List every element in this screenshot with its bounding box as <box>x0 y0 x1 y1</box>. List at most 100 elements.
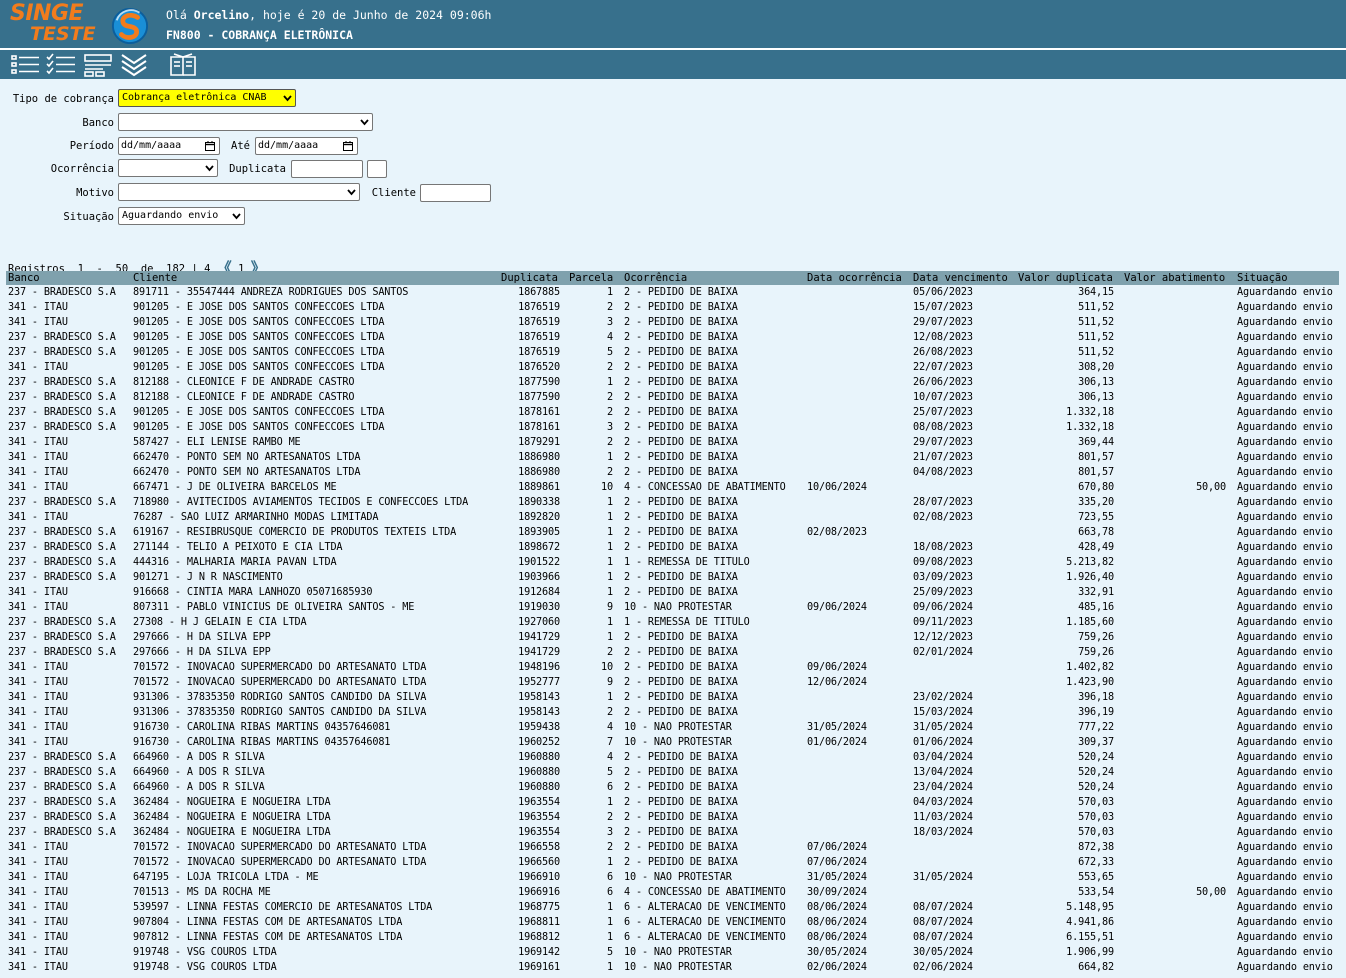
cell-data-vencimento: 30/05/2024 <box>913 947 973 958</box>
table-row[interactable]: 237 - BRADESCO S.A 812188 - CLEONICE F DE… <box>6 390 1339 405</box>
table-row[interactable]: 341 - ITAU 662470 - PONTO SEM NO ARTESANA… <box>6 465 1339 480</box>
column-header-data-ocorrencia[interactable]: Data ocorrência <box>807 272 902 284</box>
table-row[interactable]: 237 - BRADESCO S.A 362484 - NOGUEIRA E NO… <box>6 810 1339 825</box>
cell-duplicata: 1898672 <box>518 542 560 553</box>
table-row[interactable]: 237 - BRADESCO S.A 27308 - H J GELAIN E C… <box>6 615 1339 630</box>
table-row[interactable]: 237 - BRADESCO S.A 664960 - A DOS R SILVA… <box>6 780 1339 795</box>
cell-data-ocorrencia: 30/05/2024 <box>807 947 867 958</box>
column-header-situacao[interactable]: Situação <box>1237 272 1288 284</box>
ocorrencia-select[interactable] <box>118 159 218 177</box>
chevron-double-down-icon[interactable] <box>119 52 149 78</box>
table-row[interactable]: 341 - ITAU 539597 - LINNA FESTAS COMERCIO… <box>6 900 1339 915</box>
table-row[interactable]: 237 - BRADESCO S.A 664960 - A DOS R SILVA… <box>6 765 1339 780</box>
cell-duplicata: 1969161 <box>518 962 560 973</box>
cliente-input[interactable] <box>420 184 491 202</box>
situacao-value: Aguardando envio <box>122 210 219 221</box>
table-row[interactable]: 341 - ITAU 919748 - VSG COUROS LTDA 196916… <box>6 960 1339 975</box>
table-row[interactable]: 341 - ITAU 662470 - PONTO SEM NO ARTESANA… <box>6 450 1339 465</box>
duplicata-input[interactable] <box>291 160 363 178</box>
cell-banco: 341 - ITAU <box>8 482 68 493</box>
column-header-parcela[interactable]: Parcela <box>569 272 613 284</box>
table-row[interactable]: 341 - ITAU 807311 - PABLO VINICIUS DE OLI… <box>6 600 1339 615</box>
column-header-cliente[interactable]: Cliente <box>133 272 177 284</box>
table-row[interactable]: 237 - BRADESCO S.A 619167 - RESIBRUSQUE C… <box>6 525 1339 540</box>
table-row[interactable]: 237 - BRADESCO S.A 297666 - H DA SILVA EP… <box>6 645 1339 660</box>
table-row[interactable]: 237 - BRADESCO S.A 901205 - E JOSE DOS SA… <box>6 345 1339 360</box>
table-row[interactable]: 237 - BRADESCO S.A 812188 - CLEONICE F DE… <box>6 375 1339 390</box>
parcela-input[interactable] <box>367 160 387 178</box>
checklist-icon[interactable] <box>46 52 76 78</box>
cell-ocorrencia: 2 - PEDIDO DE BAIXA <box>624 587 738 598</box>
table-row[interactable]: 341 - ITAU 701572 - INOVACAO SUPERMERCADO… <box>6 660 1339 675</box>
table-row[interactable]: 237 - BRADESCO S.A 444316 - MALHARIA MARI… <box>6 555 1339 570</box>
periodo-ate-input[interactable]: dd/mm/aaaa <box>255 137 358 155</box>
cell-data-ocorrencia: 09/06/2024 <box>807 602 867 613</box>
table-row[interactable]: 237 - BRADESCO S.A 891711 - 35547444 ANDR… <box>6 285 1339 300</box>
table-row[interactable]: 341 - ITAU 916730 - CAROLINA RIBAS MARTIN… <box>6 720 1339 735</box>
cell-banco: 341 - ITAU <box>8 857 68 868</box>
table-row[interactable]: 237 - BRADESCO S.A 362484 - NOGUEIRA E NO… <box>6 795 1339 810</box>
table-row[interactable]: 341 - ITAU 701572 - INOVACAO SUPERMERCADO… <box>6 675 1339 690</box>
table-row[interactable]: 341 - ITAU 916730 - CAROLINA RIBAS MARTIN… <box>6 735 1339 750</box>
periodo-de-input[interactable]: dd/mm/aaaa <box>118 137 220 155</box>
column-header-valor-duplicata[interactable]: Valor duplicata <box>1018 272 1113 284</box>
book-icon[interactable] <box>169 52 199 78</box>
table-row[interactable]: 237 - BRADESCO S.A 901205 - E JOSE DOS SA… <box>6 420 1339 435</box>
table-row[interactable]: 341 - ITAU 919748 - VSG COUROS LTDA 196914… <box>6 945 1339 960</box>
table-row[interactable]: 341 - ITAU 701572 - INOVACAO SUPERMERCADO… <box>6 840 1339 855</box>
cell-duplicata: 1958143 <box>518 692 560 703</box>
table-row[interactable]: 341 - ITAU 901205 - E JOSE DOS SANTOS CON… <box>6 315 1339 330</box>
cell-situacao: Aguardando envio <box>1237 857 1333 868</box>
cell-ocorrencia: 2 - PEDIDO DE BAIXA <box>624 647 738 658</box>
cell-data-vencimento: 05/06/2023 <box>913 287 973 298</box>
table-row[interactable]: 341 - ITAU 701572 - INOVACAO SUPERMERCADO… <box>6 855 1339 870</box>
cell-situacao: Aguardando envio <box>1237 767 1333 778</box>
cell-cliente: 812188 - CLEONICE F DE ANDRADE CASTRO <box>133 392 355 403</box>
situacao-select[interactable]: Aguardando envio <box>118 207 245 225</box>
tipo-cobranca-select[interactable]: Cobrança eletrônica CNAB <box>118 89 296 107</box>
cell-data-vencimento: 31/05/2024 <box>913 872 973 883</box>
table-row[interactable]: 341 - ITAU 587427 - ELI LENISE RAMBO ME 18… <box>6 435 1339 450</box>
table-row[interactable]: 341 - ITAU 667471 - J DE OLIVEIRA BARCELO… <box>6 480 1339 495</box>
column-header-banco[interactable]: Banco <box>8 272 40 284</box>
table-row[interactable]: 237 - BRADESCO S.A 901205 - E JOSE DOS SA… <box>6 330 1339 345</box>
table-row[interactable]: 237 - BRADESCO S.A 718980 - AVITECIDOS AV… <box>6 495 1339 510</box>
table-row[interactable]: 341 - ITAU 931306 - 37835350 RODRIGO SANT… <box>6 705 1339 720</box>
motivo-select[interactable] <box>118 183 360 201</box>
column-header-valor-abatimento[interactable]: Valor abatimento <box>1124 272 1225 284</box>
cell-situacao: Aguardando envio <box>1237 872 1333 883</box>
calendar-icon[interactable] <box>205 141 215 151</box>
table-row[interactable]: 341 - ITAU 907812 - LINNA FESTAS COM DE A… <box>6 930 1339 945</box>
table-row[interactable]: 237 - BRADESCO S.A 297666 - H DA SILVA EP… <box>6 630 1339 645</box>
column-header-data-vencimento[interactable]: Data vencimento <box>913 272 1008 284</box>
table-row[interactable]: 341 - ITAU 907804 - LINNA FESTAS COM DE A… <box>6 915 1339 930</box>
table-row[interactable]: 237 - BRADESCO S.A 664960 - A DOS R SILVA… <box>6 750 1339 765</box>
table-row[interactable]: 341 - ITAU 76287 - SAO LUIZ ARMARINHO MOD… <box>6 510 1339 525</box>
cell-banco: 341 - ITAU <box>8 317 68 328</box>
cell-parcela: 6 <box>607 782 613 793</box>
cell-situacao: Aguardando envio <box>1237 677 1333 688</box>
cell-data-ocorrencia: 08/06/2024 <box>807 917 867 928</box>
calendar-icon[interactable] <box>343 141 353 151</box>
table-row[interactable]: 237 - BRADESCO S.A 271144 - TELIO A PEIXO… <box>6 540 1339 555</box>
cell-situacao: Aguardando envio <box>1237 947 1333 958</box>
column-header-ocorrencia[interactable]: Ocorrência <box>624 272 687 284</box>
table-row[interactable]: 341 - ITAU 931306 - 37835350 RODRIGO SANT… <box>6 690 1339 705</box>
table-row[interactable]: 341 - ITAU 647195 - LOJA TRICOLA LTDA - M… <box>6 870 1339 885</box>
table-row[interactable]: 341 - ITAU 901205 - E JOSE DOS SANTOS CON… <box>6 360 1339 375</box>
table-row[interactable]: 237 - BRADESCO S.A 901271 - J N R NASCIME… <box>6 570 1339 585</box>
table-row[interactable]: 341 - ITAU 901205 - E JOSE DOS SANTOS CON… <box>6 300 1339 315</box>
column-header-duplicata[interactable]: Duplicata <box>501 272 558 284</box>
list-icon[interactable] <box>10 52 40 78</box>
table-row[interactable]: 341 - ITAU 701513 - MS DA ROCHA ME 1966916… <box>6 885 1339 900</box>
cell-data-ocorrencia: 31/05/2024 <box>807 722 867 733</box>
form-icon[interactable] <box>83 52 113 78</box>
cell-banco: 237 - BRADESCO S.A <box>8 542 116 553</box>
banco-select[interactable] <box>118 113 373 131</box>
table-row[interactable]: 237 - BRADESCO S.A 362484 - NOGUEIRA E NO… <box>6 825 1339 840</box>
cell-cliente: 907812 - LINNA FESTAS COM DE ARTESANATOS… <box>133 932 403 943</box>
table-row[interactable]: 341 - ITAU 916668 - CINTIA MARA LANHOZO 0… <box>6 585 1339 600</box>
cell-cliente: 901205 - E JOSE DOS SANTOS CONFECCOES LT… <box>133 362 385 373</box>
cell-parcela: 2 <box>607 302 613 313</box>
table-row[interactable]: 237 - BRADESCO S.A 901205 - E JOSE DOS SA… <box>6 405 1339 420</box>
